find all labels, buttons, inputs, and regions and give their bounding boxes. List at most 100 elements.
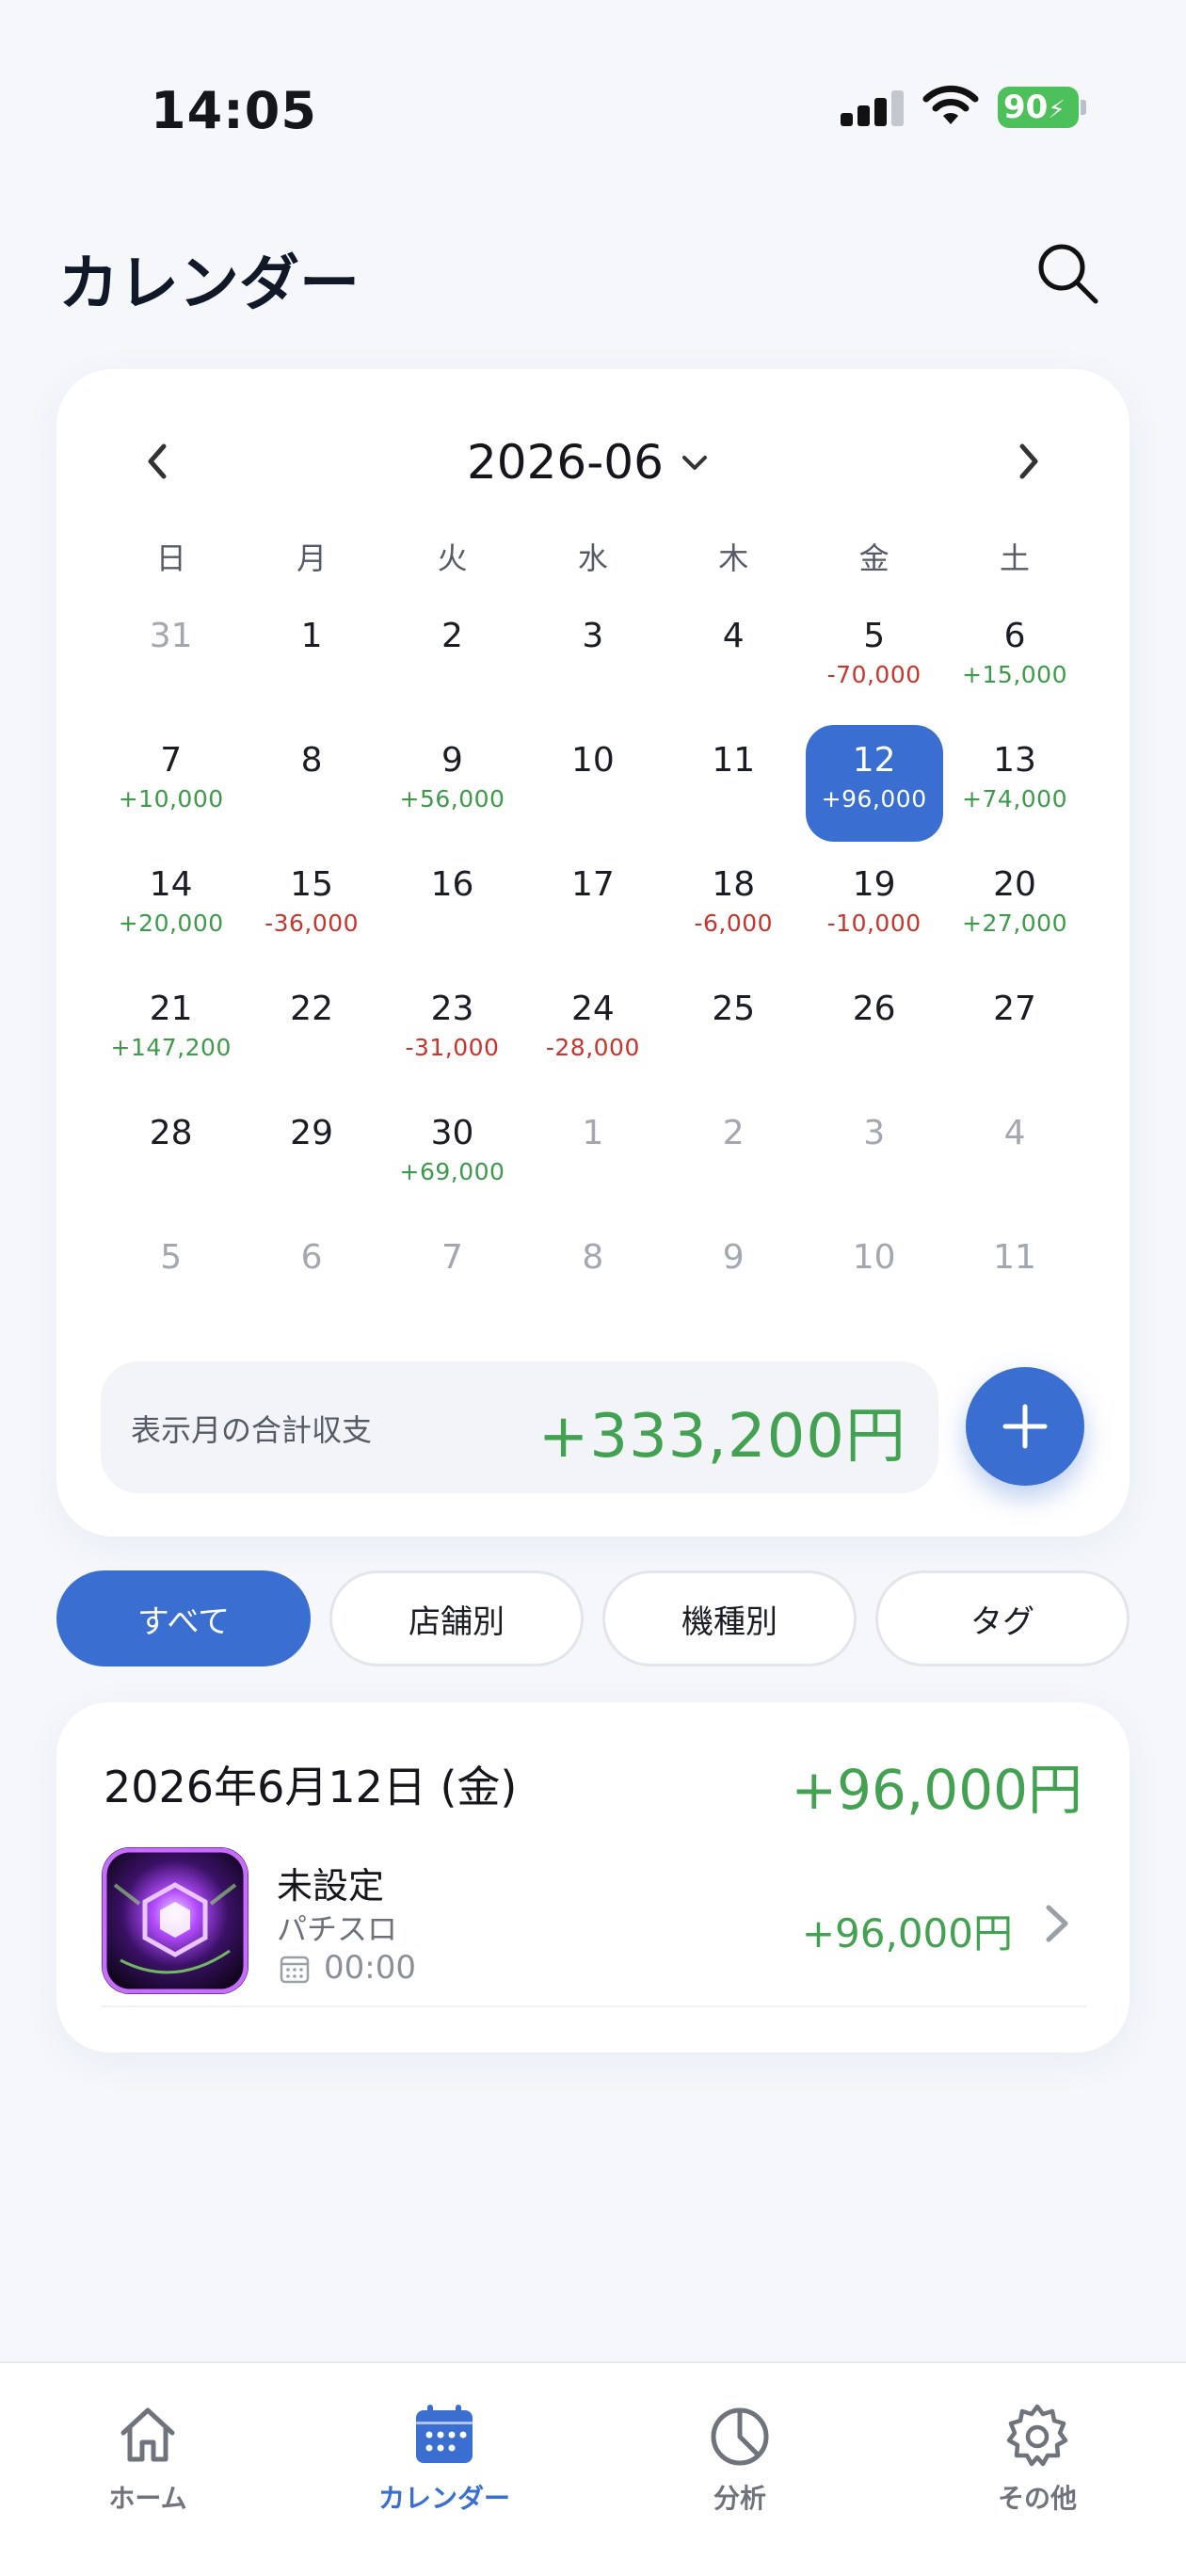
filter-tag[interactable]: タグ [875, 1570, 1130, 1666]
tab-other[interactable]: その他 [943, 2401, 1131, 2516]
calendar-day[interactable]: 19 -10,000 [804, 842, 944, 966]
filter-by-model[interactable]: 機種別 [602, 1570, 857, 1666]
calendar-day[interactable]: 27 [944, 966, 1084, 1090]
calendar-day[interactable]: 14 +20,000 [101, 842, 241, 966]
day-number: 3 [582, 617, 604, 655]
calendar-day[interactable]: 3 [522, 593, 663, 717]
day-number: 18 [712, 865, 756, 904]
weekday-label: 月 [296, 540, 328, 576]
calendar-day[interactable]: 13 +74,000 [944, 717, 1084, 842]
calendar-day[interactable]: 22 [241, 966, 381, 1090]
calendar-small-icon [280, 1956, 310, 1984]
entry-machine-type: パチスロ [277, 1911, 398, 1947]
day-number: 5 [863, 617, 886, 655]
day-amount: +74,000 [962, 785, 1067, 813]
calendar-day[interactable]: 5 -70,000 [804, 593, 944, 717]
calendar-day[interactable]: 24 -28,000 [522, 966, 663, 1090]
day-number: 13 [993, 741, 1036, 780]
calendar-day-selected[interactable]: 12 +96,000 [804, 717, 944, 842]
day-amount: -6,000 [694, 910, 774, 937]
calendar-day[interactable]: 9 [664, 1215, 804, 1339]
calendar-day[interactable]: 2 [664, 1090, 804, 1215]
calendar-day[interactable]: 21 +147,200 [101, 966, 241, 1090]
month-picker[interactable]: 2026-06 [467, 429, 711, 495]
calendar-day[interactable]: 10 [804, 1215, 944, 1339]
calendar-day[interactable]: 9 +56,000 [382, 717, 522, 842]
calendar-day[interactable]: 18 -6,000 [664, 842, 804, 966]
day-number: 10 [852, 1238, 896, 1277]
add-entry-button[interactable] [966, 1367, 1084, 1486]
day-number: 8 [300, 741, 323, 780]
day-number: 11 [712, 741, 756, 780]
tab-analysis[interactable]: 分析 [646, 2401, 834, 2516]
calendar-day[interactable]: 8 [241, 717, 381, 842]
battery-level: 90 [1003, 89, 1049, 126]
calendar-day[interactable]: 15 -36,000 [241, 842, 381, 966]
calendar-day[interactable]: 11 [944, 1215, 1084, 1339]
day-number: 9 [722, 1238, 745, 1277]
calendar-day[interactable]: 2 [382, 593, 522, 717]
entry-title: 未設定 [277, 1865, 385, 1907]
day-amount: +56,000 [399, 785, 505, 813]
search-icon[interactable] [1034, 239, 1101, 307]
day-number: 16 [430, 865, 474, 904]
calendar-day[interactable]: 11 [664, 717, 804, 842]
calendar-day[interactable]: 6 [241, 1215, 381, 1339]
calendar-day[interactable]: 4 [944, 1090, 1084, 1215]
entry-group-date: 2026年6月12日 (金) [104, 1762, 518, 1812]
entry-group-total: +96,000円 [791, 1758, 1082, 1822]
weekday-label: 木 [718, 540, 749, 576]
calendar-day[interactable]: 5 [101, 1215, 241, 1339]
day-number: 15 [290, 865, 333, 904]
calendar-day[interactable]: 16 [382, 842, 522, 966]
day-amount: -10,000 [826, 910, 922, 937]
calendar-day[interactable]: 3 [804, 1090, 944, 1215]
calendar-day[interactable]: 29 [241, 1090, 381, 1215]
calendar-day[interactable]: 30 +69,000 [382, 1090, 522, 1215]
day-number: 3 [863, 1114, 886, 1152]
calendar-day[interactable]: 7 +10,000 [101, 717, 241, 842]
tab-home[interactable]: ホーム [54, 2401, 242, 2516]
day-amount: -70,000 [826, 661, 922, 688]
day-number: 2 [441, 617, 463, 655]
divider [102, 2005, 1086, 2007]
calendar-day[interactable]: 17 [522, 842, 663, 966]
calendar-day[interactable]: 1 [522, 1090, 663, 1215]
next-month-button[interactable] [1002, 435, 1054, 488]
day-number: 26 [852, 990, 896, 1028]
calendar-day[interactable]: 26 [804, 966, 944, 1090]
calendar-day[interactable]: 28 [101, 1090, 241, 1215]
day-number: 24 [570, 990, 615, 1028]
filter-by-store[interactable]: 店舗別 [329, 1570, 584, 1666]
calendar-day[interactable]: 23 -31,000 [382, 966, 522, 1090]
calendar-day[interactable]: 20 +27,000 [944, 842, 1084, 966]
day-number: 29 [290, 1114, 333, 1152]
chevron-down-icon [681, 456, 707, 470]
calendar-day[interactable]: 1 [241, 593, 381, 717]
page-title: カレンダー [58, 250, 360, 319]
tab-calendar[interactable]: カレンダー [350, 2401, 538, 2516]
calendar-day[interactable]: 10 [522, 717, 663, 842]
day-number: 9 [441, 741, 463, 780]
day-number: 6 [300, 1238, 323, 1277]
day-amount: +147,200 [110, 1034, 232, 1061]
tab-label: カレンダー [377, 2483, 510, 2514]
gear-icon [1006, 2404, 1068, 2467]
day-amount: +20,000 [118, 910, 224, 937]
calendar-day[interactable]: 7 [382, 1215, 522, 1339]
calendar-day[interactable]: 4 [664, 593, 804, 717]
weekday-header: 日 月 火 水 木 金 土 [101, 535, 1085, 578]
day-number: 5 [160, 1238, 183, 1277]
prev-month-button[interactable] [132, 435, 184, 488]
calendar-day[interactable]: 25 [664, 966, 804, 1090]
day-number: 8 [582, 1238, 604, 1277]
monthly-total-box: 表示月の合計収支 +333,200円 [101, 1361, 938, 1493]
entry-amount: +96,000円 [801, 1910, 1013, 1956]
calendar-day[interactable]: 6 +15,000 [944, 593, 1084, 717]
filter-all[interactable]: すべて [56, 1570, 311, 1666]
cellular-signal-icon [841, 90, 905, 126]
day-number: 6 [1003, 617, 1026, 655]
calendar-day[interactable]: 8 [522, 1215, 663, 1339]
calendar-day[interactable]: 31 [101, 593, 241, 717]
day-number: 25 [712, 990, 756, 1028]
